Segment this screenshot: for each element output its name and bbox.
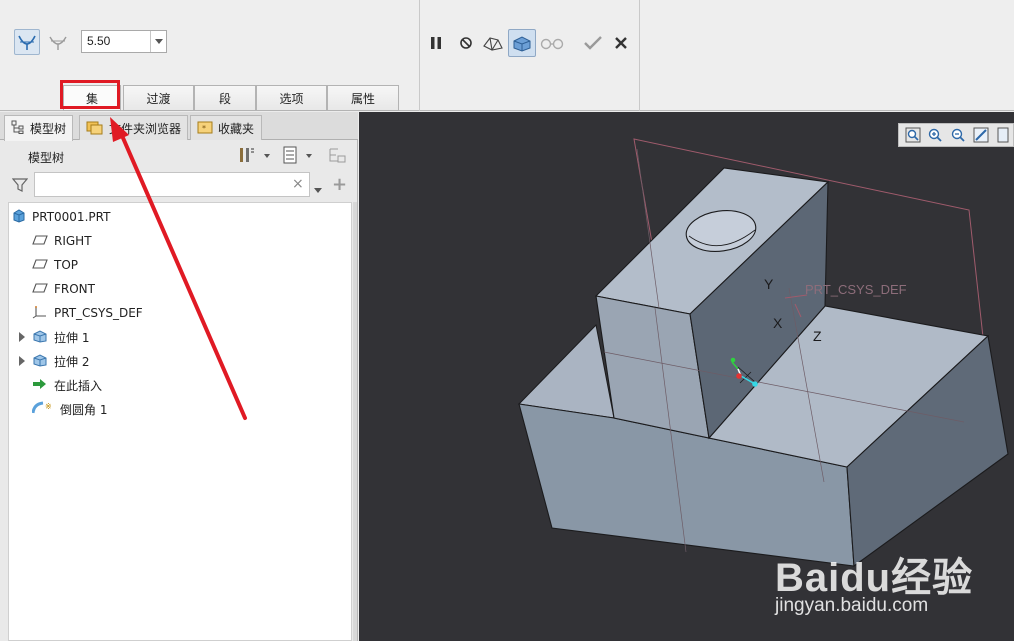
tree-node-part[interactable]: PRT0001.PRT — [12, 206, 110, 228]
tab-favorites[interactable]: * 收藏夹 — [190, 115, 262, 140]
navigator-tabs: 模型树 文件夹浏览器 * 收藏夹 — [0, 112, 358, 141]
spin-center-cyan-dot — [752, 381, 758, 387]
round-set-mode-icon[interactable] — [14, 29, 40, 55]
tree-node-datum-plane-right[interactable]: RIGHT — [32, 230, 92, 252]
radius-value-text[interactable]: 5.50 — [82, 31, 150, 52]
tree-node-label: PRT0001.PRT — [32, 210, 111, 224]
expand-arrow-icon[interactable] — [18, 356, 26, 366]
tree-header: 模型树 — [0, 141, 358, 169]
model-graphics — [517, 138, 1009, 568]
tree-title: 模型树 — [28, 151, 65, 165]
transition-mode-icon[interactable] — [45, 29, 71, 55]
tree-node-label: FRONT — [54, 282, 95, 296]
cancel-close-icon[interactable] — [608, 30, 634, 56]
view-toolbar — [898, 123, 1014, 147]
tree-node-extrude-1[interactable]: 拉伸 1 — [32, 326, 89, 348]
zoom-fit-icon[interactable] — [903, 125, 923, 145]
tree-filter-disabled-icon[interactable] — [328, 146, 348, 167]
tab-transition[interactable]: 过渡 — [123, 85, 194, 111]
zoom-in-icon[interactable] — [926, 125, 946, 145]
csys-axis-x-label: X — [773, 315, 783, 331]
no-preview-icon[interactable] — [453, 30, 479, 56]
svg-text:*: * — [202, 124, 206, 133]
tab-folder-browser[interactable]: 文件夹浏览器 — [79, 115, 188, 140]
tree-node-label: 在此插入 — [54, 378, 103, 393]
tab-model-tree-label: 模型树 — [30, 122, 67, 136]
tab-folder-browser-label: 文件夹浏览器 — [109, 121, 182, 136]
tree-node-label: 拉伸 2 — [54, 354, 90, 369]
ribbon-separator — [639, 0, 640, 111]
verify-glasses-icon[interactable] — [539, 30, 565, 56]
tree-node-insert-here[interactable]: 在此插入 — [32, 374, 102, 396]
pause-icon[interactable] — [423, 30, 449, 56]
ok-checkmark-icon[interactable] — [580, 30, 606, 56]
navigator-panel: 模型树 文件夹浏览器 * 收藏夹 模型树 × + PRT0001.PRT RIG… — [0, 112, 358, 641]
spin-center-green-dot — [730, 357, 736, 363]
favorites-folder-icon: * — [197, 120, 213, 137]
tree-node-label: RIGHT — [54, 234, 92, 248]
tree-filter-row: × + — [0, 170, 358, 200]
part-cube-icon — [12, 208, 26, 226]
extrude-feature-icon — [32, 353, 48, 370]
csys-axis-z-label: Z — [813, 328, 822, 344]
expand-arrow-icon[interactable] — [18, 332, 26, 342]
ribbon-toolbar: 5.50 集 过渡 段 选项 属性 — [0, 0, 1014, 111]
chevron-down-icon[interactable] — [314, 182, 322, 196]
spin-center-red-dot — [736, 373, 742, 379]
extrude-feature-icon — [32, 329, 48, 346]
tree-node-datum-plane-top[interactable]: TOP — [32, 254, 78, 276]
base-top-face-left — [517, 323, 615, 419]
datum-plane-icon — [32, 258, 48, 273]
tree-node-coordinate-system[interactable]: PRT_CSYS_DEF — [32, 302, 143, 324]
tree-node-datum-plane-front[interactable]: FRONT — [32, 278, 95, 300]
coordinate-system-icon — [32, 305, 48, 322]
tree-show-list-icon[interactable] — [282, 146, 316, 167]
model-tree-icon — [11, 120, 25, 137]
tab-options[interactable]: 选项 — [256, 85, 327, 111]
graphics-viewport[interactable]: Y X Z PRT_CSYS_DEF — [359, 112, 1014, 641]
tab-properties[interactable]: 属性 — [327, 85, 399, 111]
tree-node-label: PRT_CSYS_DEF — [54, 306, 143, 320]
funnel-filter-icon[interactable] — [11, 177, 29, 196]
clear-x-icon[interactable]: × — [292, 176, 304, 192]
tree-settings-tools-icon[interactable] — [238, 146, 272, 167]
tree-node-extrude-2[interactable]: 拉伸 2 — [32, 350, 89, 372]
add-plus-icon[interactable]: + — [332, 174, 347, 195]
datum-plane-icon — [32, 282, 48, 297]
round-feature-icon: ※ — [31, 401, 54, 418]
tab-model-tree[interactable]: 模型树 — [4, 115, 74, 141]
tab-set[interactable]: 集 — [63, 85, 121, 111]
csys-name-label: PRT_CSYS_DEF — [805, 282, 907, 297]
tab-favorites-label: 收藏夹 — [218, 121, 255, 136]
feature-preview-icon[interactable] — [508, 29, 536, 57]
repaint-icon[interactable] — [971, 125, 991, 145]
geometry-preview-icon[interactable] — [480, 30, 506, 56]
radius-value-combo[interactable]: 5.50 — [81, 30, 167, 53]
ribbon-separator — [419, 0, 420, 111]
zoom-out-icon[interactable] — [948, 125, 968, 145]
tree-search-input[interactable] — [34, 172, 310, 197]
tree-node-label: 倒圆角 1 — [60, 402, 108, 417]
tree-node-label: TOP — [54, 258, 79, 272]
folder-browser-icon — [86, 119, 104, 138]
green-arrow-icon — [32, 378, 48, 393]
chevron-down-icon[interactable] — [150, 31, 166, 52]
tree-node-label: 拉伸 1 — [54, 330, 90, 345]
refit-icon[interactable] — [993, 125, 1013, 145]
csys-axis-y-label: Y — [764, 276, 774, 292]
tree-node-round-1[interactable]: ※ 倒圆角 1 — [31, 398, 108, 420]
svg-text:※: ※ — [45, 402, 52, 411]
datum-plane-icon — [32, 234, 48, 249]
tab-segment[interactable]: 段 — [194, 85, 256, 111]
model-tree: PRT0001.PRT RIGHT TOP FRONT PRT_CSYS_DEF… — [8, 202, 352, 641]
tree-scrollbar[interactable] — [353, 202, 357, 641]
